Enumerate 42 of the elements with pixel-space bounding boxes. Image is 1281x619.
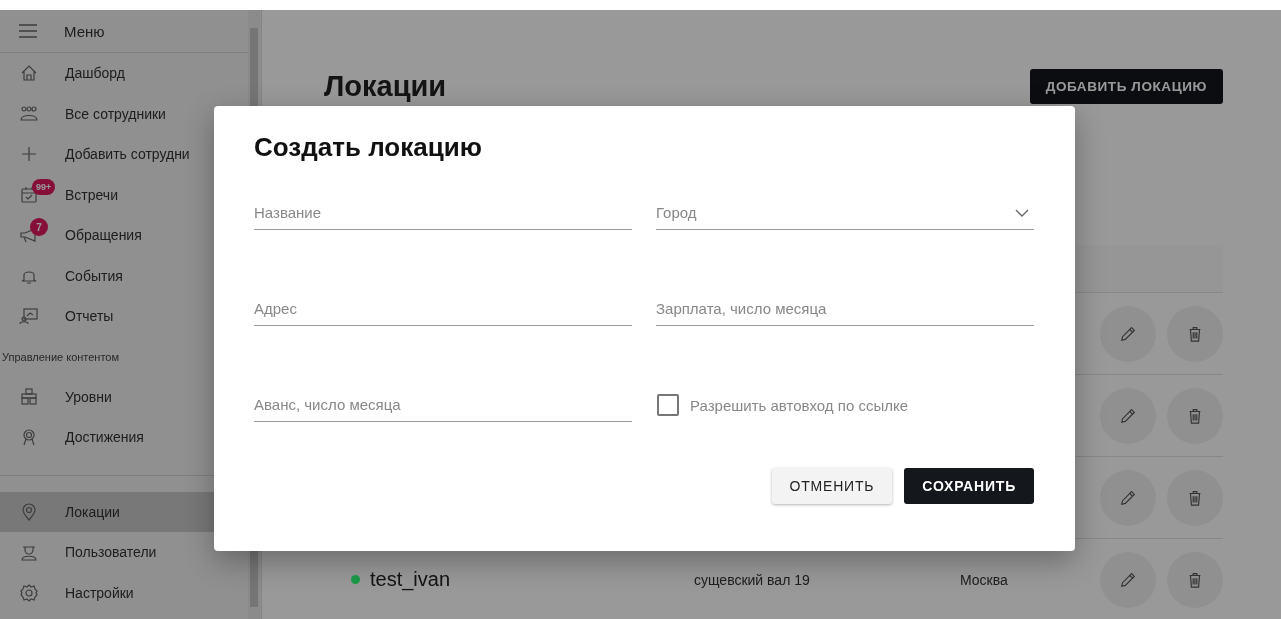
sidebar-item[interactable]: Все сотрудники [0, 93, 248, 134]
text-field[interactable]: Аванс, число месяца [254, 388, 632, 422]
sidebar-item[interactable]: Добавить сотрудни [0, 134, 248, 175]
address-cell-text: сущевский вал 19 [694, 571, 811, 588]
sidebar-item[interactable]: Достижения [0, 417, 248, 458]
sidebar-item[interactable]: Дашборд [0, 53, 248, 94]
text-field[interactable]: Название [254, 196, 632, 230]
count-badge: 99+ [32, 178, 56, 195]
chevron-down-icon [1015, 207, 1029, 218]
settings-icon [19, 582, 39, 603]
home-icon [19, 63, 39, 84]
menu-title: Меню [64, 22, 105, 40]
pencil-icon [1119, 570, 1137, 589]
people-icon [19, 103, 39, 124]
save-button[interactable]: СОХРАНИТЬ [904, 468, 1034, 504]
text-field[interactable]: Зарплата, число месяца [656, 292, 1034, 326]
presentation-icon [19, 306, 39, 327]
page-title: Локации [324, 69, 447, 103]
pencil-icon [1119, 324, 1137, 343]
boxes-icon [19, 386, 39, 407]
city-dropdown[interactable]: Город [656, 196, 1034, 230]
section-heading: Управление контентом [1, 349, 121, 365]
city-cell: Москва [960, 571, 1008, 588]
count-badge: 7 [30, 218, 48, 236]
sidebar-item[interactable]: Пользователи [0, 532, 248, 573]
text-field[interactable]: Адрес [254, 292, 632, 326]
cancel-button[interactable]: ОТМЕНИТЬ [771, 468, 893, 504]
sidebar-item[interactable]: Отчеты [0, 296, 248, 337]
sidebar-item[interactable]: Настройки [0, 572, 248, 613]
sidebar-item[interactable]: События [0, 255, 248, 296]
checkbox-label: Разрешить автовход по ссылке [690, 396, 908, 414]
pencil-icon [1119, 488, 1137, 507]
sidebar-item[interactable]: 7 Обращения [0, 215, 248, 256]
location-pin-icon [19, 501, 39, 522]
add-location-button[interactable]: ДОБАВИТЬ ЛОКАЦИЮ [1029, 68, 1223, 104]
sidebar-item[interactable]: 99+ Встречи [0, 174, 248, 215]
menu-icon[interactable] [19, 24, 37, 38]
sidebar-item[interactable]: Уровни [0, 376, 248, 417]
location-name: test_ivan [370, 568, 452, 591]
checkbox[interactable] [657, 394, 679, 416]
dialog-title: Создать локацию [254, 132, 483, 163]
pencil-icon [1119, 406, 1137, 425]
